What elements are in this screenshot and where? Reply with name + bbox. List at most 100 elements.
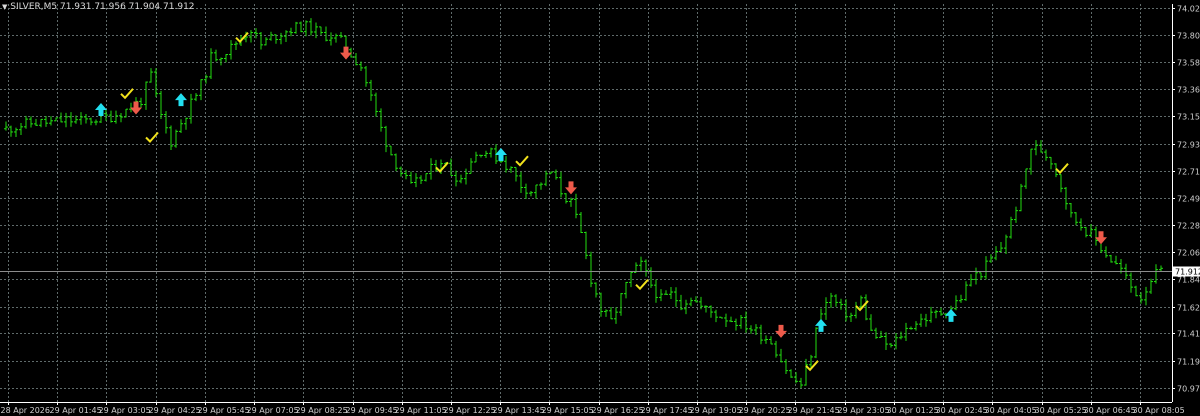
candle — [194, 93, 198, 102]
price-tick-label: 71.845 — [1177, 276, 1200, 285]
candle — [44, 116, 48, 127]
candle — [1159, 265, 1163, 272]
candle — [1129, 272, 1133, 293]
candle — [389, 145, 393, 156]
candle — [984, 256, 988, 280]
sell-arrow-icon — [1095, 231, 1107, 245]
candle — [869, 314, 873, 331]
candle — [49, 116, 53, 126]
candle — [209, 48, 213, 79]
candle — [369, 79, 373, 101]
candle — [514, 166, 518, 182]
candle — [19, 122, 23, 135]
buy-arrow-icon — [495, 147, 507, 161]
candle — [154, 68, 158, 98]
price-chart[interactable]: 74.020 73.800 73.585 73.365 73.150 72.930 72.7… — [0, 0, 1200, 416]
candle — [24, 115, 28, 129]
candle — [594, 282, 598, 298]
candle — [119, 112, 123, 123]
candle — [29, 116, 33, 128]
candle — [614, 307, 618, 324]
chart-title: ▼ SILVER,M5 71.931 71.956 71.904 71.912 — [2, 2, 195, 12]
candle — [479, 154, 483, 158]
candle — [604, 309, 608, 317]
price-tick-label: 71.410 — [1177, 330, 1200, 339]
candle — [724, 313, 728, 328]
candle — [904, 322, 908, 341]
candle — [804, 358, 808, 386]
candle — [559, 171, 563, 198]
candle — [184, 117, 188, 130]
candle — [504, 156, 508, 173]
check-mark-icon — [635, 279, 649, 291]
candle — [394, 153, 398, 172]
candle — [449, 158, 453, 176]
candle — [659, 289, 663, 302]
candle — [664, 290, 668, 295]
candle — [884, 332, 888, 350]
time-tick-label: 29 Apr 07:05 — [247, 406, 299, 415]
candle — [834, 294, 838, 307]
candle — [9, 125, 13, 137]
candle — [784, 359, 788, 374]
candle — [419, 175, 423, 184]
candle — [414, 173, 418, 188]
dropdown-triangle-icon[interactable]: ▼ — [2, 3, 7, 11]
candle — [384, 125, 388, 153]
candle — [169, 125, 173, 150]
candle — [1134, 285, 1138, 297]
candle — [139, 97, 143, 108]
candle — [1034, 140, 1038, 156]
time-tick-label: 29 Apr 01:45 — [50, 406, 102, 415]
candle — [409, 171, 413, 184]
candle — [644, 259, 648, 277]
candle — [794, 372, 798, 384]
candle — [454, 170, 458, 187]
candle — [1059, 174, 1063, 193]
candle — [684, 299, 688, 315]
candle — [669, 286, 673, 299]
candle — [259, 32, 263, 50]
candle — [424, 173, 428, 182]
price-tick-label: 70.975 — [1177, 385, 1200, 394]
time-tick-label: 29 Apr 12:25 — [444, 406, 496, 415]
candle — [824, 297, 828, 320]
candle — [524, 183, 528, 200]
candle — [204, 74, 208, 84]
candle — [829, 292, 833, 308]
candle — [554, 169, 558, 180]
chart-grid — [0, 4, 1172, 402]
candle — [159, 90, 163, 119]
candle — [774, 340, 778, 358]
candle — [974, 267, 978, 285]
candle — [179, 119, 183, 133]
candle — [799, 377, 803, 389]
candle — [609, 306, 613, 320]
price-tick-label: 72.495 — [1177, 195, 1200, 204]
candle — [484, 150, 488, 159]
candle — [714, 309, 718, 323]
candle — [574, 193, 578, 219]
candle — [919, 313, 923, 327]
candle — [219, 57, 223, 66]
candle — [14, 127, 18, 137]
time-tick-label: 30 Apr 05:25 — [1035, 406, 1087, 415]
candle — [269, 31, 273, 41]
candle — [474, 151, 478, 163]
candle — [654, 279, 658, 303]
candle — [189, 93, 193, 124]
candle — [279, 32, 283, 45]
candle — [704, 305, 708, 313]
candle — [934, 309, 938, 319]
candle — [924, 313, 928, 327]
candle — [749, 325, 753, 334]
time-tick-label: 29 Apr 04:25 — [149, 406, 201, 415]
chart-window[interactable]: 74.020 73.800 73.585 73.365 73.150 72.930 72.7… — [0, 0, 1200, 416]
candle — [34, 118, 38, 126]
candle — [699, 296, 703, 310]
candle — [1139, 292, 1143, 304]
candle — [1109, 254, 1113, 263]
buy-arrow-icon — [945, 308, 957, 322]
candle — [329, 32, 333, 46]
candle — [94, 119, 98, 126]
